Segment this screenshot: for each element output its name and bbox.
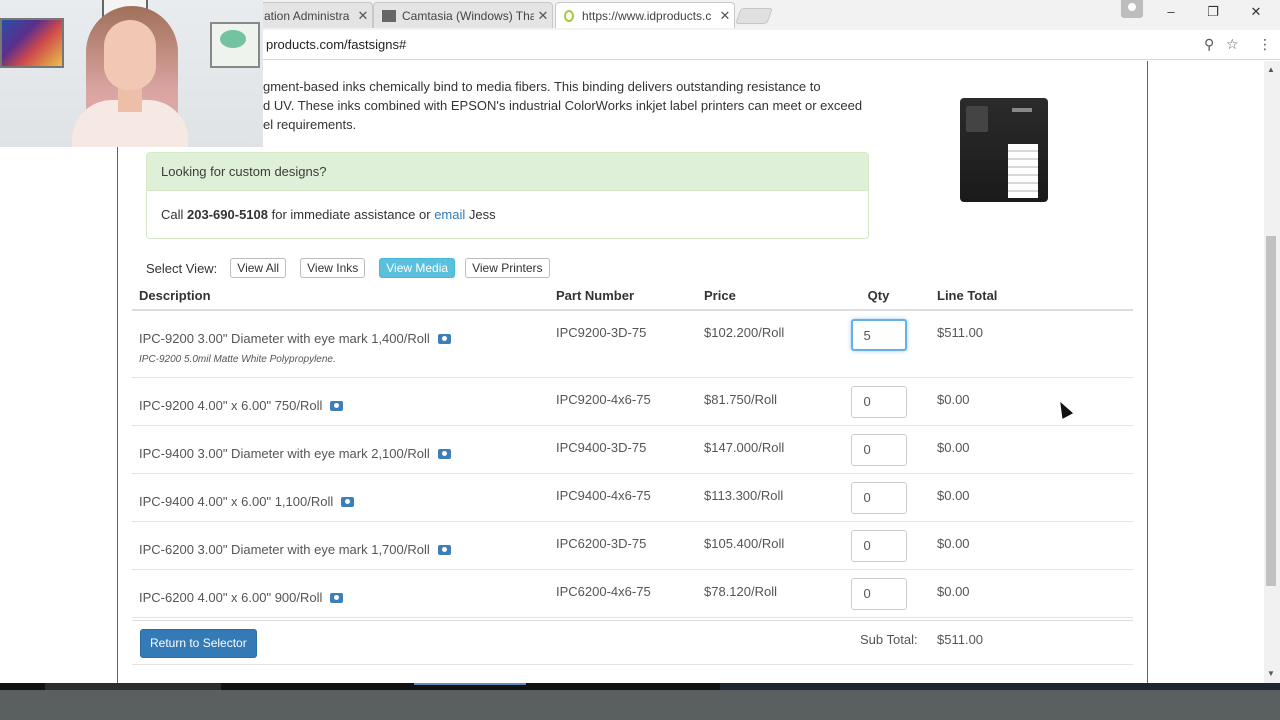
intro-line: gment-based inks chemically bind to medi… xyxy=(263,79,821,94)
table-row: IPC-9200 4.00" x 6.00" 750/Roll IPC9200-… xyxy=(132,377,1133,426)
close-tab-icon[interactable]: ✕ xyxy=(354,8,372,24)
close-tab-icon[interactable]: ✕ xyxy=(716,8,734,24)
unit-price: $81.750/Roll xyxy=(697,377,827,426)
line-total: $0.00 xyxy=(930,425,1133,474)
product-description: IPC-9200 4.00" x 6.00" 750/Roll xyxy=(139,398,344,413)
col-description: Description xyxy=(132,282,549,311)
call-prefix: Call xyxy=(161,207,184,222)
qty-input[interactable] xyxy=(850,577,907,610)
intro-paragraph: gment-based inks chemically bind to medi… xyxy=(263,77,883,134)
col-qty: Qty xyxy=(827,282,930,311)
part-number: IPC9200-4x6-75 xyxy=(549,377,697,426)
product-description: IPC-6200 3.00" Diameter with eye mark 1,… xyxy=(139,542,451,557)
table-header-row: Description Part Number Price Qty Line T… xyxy=(132,282,1133,311)
subtotal-label: Sub Total: xyxy=(860,632,918,647)
product-description: IPC-6200 4.00" x 6.00" 900/Roll xyxy=(139,590,344,605)
unit-price: $147.000/Roll xyxy=(697,425,827,474)
part-number: IPC6200-4x6-75 xyxy=(549,569,697,618)
product-table: Description Part Number Price Qty Line T… xyxy=(132,282,1133,618)
subtotal-value: $511.00 xyxy=(937,632,984,647)
page-scrollbar[interactable]: ▲ ▼ xyxy=(1264,61,1280,683)
unit-price: $105.400/Roll xyxy=(697,521,827,570)
phone-number: 203-690-5108 xyxy=(187,207,268,222)
taskbar-strip xyxy=(0,683,1280,690)
part-number: IPC9400-4x6-75 xyxy=(549,473,697,522)
callout-middle-text: for immediate assistance or xyxy=(271,207,431,222)
camera-icon[interactable] xyxy=(437,334,451,344)
unit-price: $78.120/Roll xyxy=(697,569,827,618)
browser-tab[interactable]: ation Administra ✕ xyxy=(255,2,373,28)
line-total: $511.00 xyxy=(930,310,1133,378)
url-text[interactable]: products.com/fastsigns# xyxy=(266,37,406,52)
qty-input[interactable] xyxy=(850,385,907,418)
view-printers-button[interactable]: View Printers xyxy=(465,258,550,278)
printer-image xyxy=(958,94,1050,210)
unit-price: $113.300/Roll xyxy=(697,473,827,522)
select-view-bar: Select View: View All View Inks View Med… xyxy=(146,258,550,278)
custom-design-callout: Looking for custom designs? Call 203-690… xyxy=(146,152,869,239)
callout-body: Call 203-690-5108 for immediate assistan… xyxy=(147,191,868,238)
mail-icon xyxy=(382,9,396,22)
part-number: IPC9200-3D-75 xyxy=(549,310,697,378)
intro-line: el requirements. xyxy=(263,117,357,132)
close-tab-icon[interactable]: ✕ xyxy=(534,8,552,24)
table-row: IPC-9400 3.00" Diameter with eye mark 2,… xyxy=(132,425,1133,474)
view-all-button[interactable]: View All xyxy=(230,258,287,278)
camera-icon[interactable] xyxy=(330,400,344,411)
email-link[interactable]: email xyxy=(434,207,465,222)
intro-line: d UV. These inks combined with EPSON's i… xyxy=(263,98,863,113)
product-subtext: IPC-9200 5.0mil Matte White Polypropylen… xyxy=(139,354,336,365)
scrollbar-thumb[interactable] xyxy=(1266,236,1276,586)
callout-heading: Looking for custom designs? xyxy=(147,153,868,191)
bookmark-star-icon[interactable]: ☆ xyxy=(1226,36,1239,53)
minimize-button[interactable]: – xyxy=(1156,4,1186,22)
product-description: IPC-9400 3.00" Diameter with eye mark 2,… xyxy=(139,446,451,461)
col-part-number: Part Number xyxy=(549,282,697,311)
table-footer: Return to Selector Sub Total: $511.00 xyxy=(132,620,1133,665)
view-media-button[interactable]: View Media xyxy=(379,258,456,278)
camera-icon[interactable] xyxy=(437,544,451,555)
col-line-total: Line Total xyxy=(930,282,1133,311)
line-total: $0.00 xyxy=(930,521,1133,570)
contact-name: Jess xyxy=(468,207,496,222)
tab-title: https://www.idproducts.c xyxy=(582,8,712,23)
table-row: IPC-6200 4.00" x 6.00" 900/Roll IPC6200-… xyxy=(132,569,1133,618)
line-total: $0.00 xyxy=(930,377,1133,426)
part-number: IPC9400-3D-75 xyxy=(549,425,697,474)
camera-icon[interactable] xyxy=(341,496,355,507)
tab-title: ation Administra xyxy=(264,8,350,23)
unit-price: $102.200/Roll xyxy=(697,310,827,378)
table-row: IPC-9200 3.00" Diameter with eye mark 1,… xyxy=(132,310,1133,378)
part-number: IPC6200-3D-75 xyxy=(549,521,697,570)
webcam-overlay xyxy=(0,0,263,147)
table-row: IPC-6200 3.00" Diameter with eye mark 1,… xyxy=(132,521,1133,570)
menu-icon[interactable]: ⋮ xyxy=(1258,36,1272,53)
profile-icon[interactable] xyxy=(1121,0,1143,18)
new-tab-button[interactable] xyxy=(735,8,773,24)
col-price: Price xyxy=(697,282,827,311)
close-window-button[interactable]: ✕ xyxy=(1241,4,1271,22)
qty-input[interactable] xyxy=(850,529,907,562)
camera-icon[interactable] xyxy=(330,592,344,603)
tab-title: Camtasia (Windows) Tha xyxy=(402,8,534,23)
product-description: IPC-9400 4.00" x 6.00" 1,100/Roll xyxy=(139,494,355,509)
qty-input[interactable] xyxy=(850,319,907,351)
line-total: $0.00 xyxy=(930,473,1133,522)
return-to-selector-button[interactable]: Return to Selector xyxy=(140,629,257,658)
qty-input[interactable] xyxy=(850,481,907,514)
site-favicon-icon xyxy=(564,9,574,22)
line-total: $0.00 xyxy=(930,569,1133,618)
extension-icon[interactable]: ⚲ xyxy=(1204,36,1214,53)
scroll-up-arrow-icon[interactable]: ▲ xyxy=(1267,65,1275,74)
select-view-label: Select View: xyxy=(146,260,218,276)
browser-tab[interactable]: Camtasia (Windows) Tha ✕ xyxy=(373,2,553,28)
table-row: IPC-9400 4.00" x 6.00" 1,100/Roll IPC940… xyxy=(132,473,1133,522)
qty-input[interactable] xyxy=(850,433,907,466)
product-description: IPC-9200 3.00" Diameter with eye mark 1,… xyxy=(139,331,451,346)
camera-icon[interactable] xyxy=(437,448,451,459)
browser-tab-active[interactable]: https://www.idproducts.c ✕ xyxy=(555,2,735,28)
scroll-down-arrow-icon[interactable]: ▼ xyxy=(1267,669,1275,678)
restore-button[interactable]: ❐ xyxy=(1198,4,1228,22)
view-inks-button[interactable]: View Inks xyxy=(300,258,366,278)
